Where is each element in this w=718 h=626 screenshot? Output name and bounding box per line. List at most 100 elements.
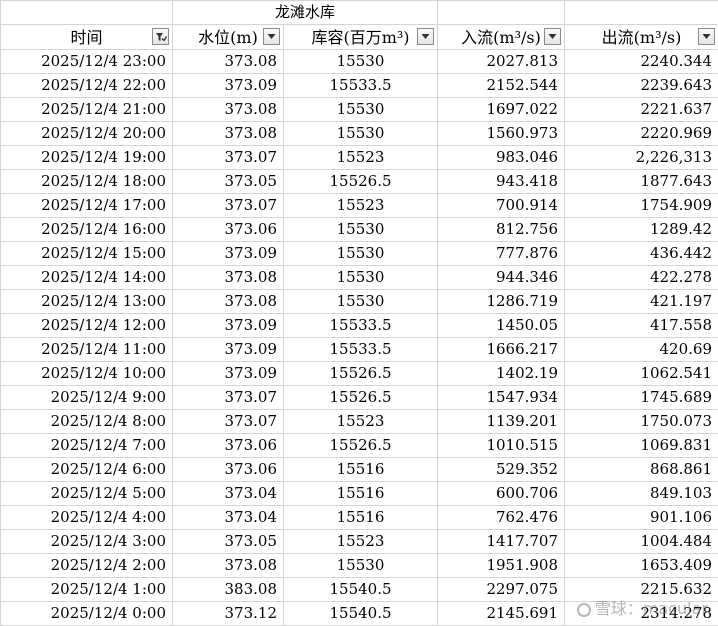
cell-storage[interactable]: 15523 [284, 530, 438, 554]
cell-time[interactable]: 2025/12/4 14:00 [1, 266, 173, 290]
cell-time[interactable]: 2025/12/4 9:00 [1, 386, 173, 410]
title-blank-cell[interactable] [438, 1, 565, 25]
cell-water-level[interactable]: 373.07 [173, 194, 284, 218]
cell-inflow[interactable]: 944.346 [438, 266, 565, 290]
cell-time[interactable]: 2025/12/4 22:00 [1, 74, 173, 98]
cell-outflow[interactable]: 420.69 [565, 338, 718, 362]
sheet-title[interactable]: 龙滩水库 [173, 1, 438, 25]
cell-water-level[interactable]: 373.06 [173, 218, 284, 242]
cell-outflow[interactable]: 417.558 [565, 314, 718, 338]
header-time[interactable]: 时间 [1, 25, 173, 50]
cell-storage[interactable]: 15540.5 [284, 602, 438, 626]
cell-water-level[interactable]: 373.08 [173, 554, 284, 578]
cell-water-level[interactable]: 373.09 [173, 242, 284, 266]
cell-storage[interactable]: 15540.5 [284, 578, 438, 602]
cell-storage[interactable]: 15530 [284, 266, 438, 290]
cell-time[interactable]: 2025/12/4 11:00 [1, 338, 173, 362]
cell-storage[interactable]: 15526.5 [284, 386, 438, 410]
cell-storage[interactable]: 15533.5 [284, 74, 438, 98]
cell-time[interactable]: 2025/12/4 20:00 [1, 122, 173, 146]
cell-outflow[interactable]: 436.442 [565, 242, 718, 266]
cell-inflow[interactable]: 812.756 [438, 218, 565, 242]
cell-storage[interactable]: 15516 [284, 482, 438, 506]
cell-inflow[interactable]: 1139.201 [438, 410, 565, 434]
cell-water-level[interactable]: 373.09 [173, 314, 284, 338]
cell-inflow[interactable]: 1010.515 [438, 434, 565, 458]
cell-outflow[interactable]: 1069.831 [565, 434, 718, 458]
cell-inflow[interactable]: 1286.719 [438, 290, 565, 314]
cell-outflow[interactable]: 422.278 [565, 266, 718, 290]
cell-storage[interactable]: 15516 [284, 506, 438, 530]
cell-storage[interactable]: 15530 [284, 50, 438, 74]
cell-inflow[interactable]: 1951.908 [438, 554, 565, 578]
cell-time[interactable]: 2025/12/4 10:00 [1, 362, 173, 386]
cell-storage[interactable]: 15523 [284, 410, 438, 434]
cell-time[interactable]: 2025/12/4 16:00 [1, 218, 173, 242]
cell-time[interactable]: 2025/12/4 12:00 [1, 314, 173, 338]
cell-storage[interactable]: 15523 [284, 146, 438, 170]
header-storage[interactable]: 库容(百万m³) [284, 25, 438, 50]
cell-inflow[interactable]: 1666.217 [438, 338, 565, 362]
cell-inflow[interactable]: 1417.707 [438, 530, 565, 554]
cell-storage[interactable]: 15526.5 [284, 362, 438, 386]
cell-inflow[interactable]: 2145.691 [438, 602, 565, 626]
title-blank-cell[interactable] [565, 1, 718, 25]
cell-inflow[interactable]: 2152.544 [438, 74, 565, 98]
cell-water-level[interactable]: 373.07 [173, 410, 284, 434]
cell-time[interactable]: 2025/12/4 8:00 [1, 410, 173, 434]
cell-water-level[interactable]: 373.04 [173, 506, 284, 530]
cell-inflow[interactable]: 1560.973 [438, 122, 565, 146]
cell-time[interactable]: 2025/12/4 23:00 [1, 50, 173, 74]
header-outflow[interactable]: 出流(m³/s) [565, 25, 718, 50]
cell-water-level[interactable]: 373.06 [173, 434, 284, 458]
cell-time[interactable]: 2025/12/4 15:00 [1, 242, 173, 266]
cell-outflow[interactable]: 2221.637 [565, 98, 718, 122]
header-water-level[interactable]: 水位(m) [173, 25, 284, 50]
cell-time[interactable]: 2025/12/4 6:00 [1, 458, 173, 482]
cell-outflow[interactable]: 2239.643 [565, 74, 718, 98]
cell-storage[interactable]: 15516 [284, 458, 438, 482]
cell-storage[interactable]: 15526.5 [284, 434, 438, 458]
cell-outflow[interactable]: 2220.969 [565, 122, 718, 146]
cell-water-level[interactable]: 373.12 [173, 602, 284, 626]
cell-outflow[interactable]: 1754.909 [565, 194, 718, 218]
cell-water-level[interactable]: 373.08 [173, 266, 284, 290]
cell-water-level[interactable]: 373.08 [173, 122, 284, 146]
cell-outflow[interactable]: 901.106 [565, 506, 718, 530]
cell-inflow[interactable]: 1402.19 [438, 362, 565, 386]
cell-outflow[interactable]: 849.103 [565, 482, 718, 506]
cell-storage[interactable]: 15526.5 [284, 170, 438, 194]
cell-inflow[interactable]: 943.418 [438, 170, 565, 194]
cell-inflow[interactable]: 983.046 [438, 146, 565, 170]
cell-storage[interactable]: 15530 [284, 554, 438, 578]
cell-storage[interactable]: 15530 [284, 290, 438, 314]
cell-water-level[interactable]: 373.07 [173, 146, 284, 170]
cell-time[interactable]: 2025/12/4 18:00 [1, 170, 173, 194]
cell-water-level[interactable]: 373.09 [173, 362, 284, 386]
cell-water-level[interactable]: 373.09 [173, 338, 284, 362]
cell-inflow[interactable]: 1697.022 [438, 98, 565, 122]
cell-storage[interactable]: 15533.5 [284, 314, 438, 338]
cell-outflow[interactable]: 421.197 [565, 290, 718, 314]
cell-inflow[interactable]: 700.914 [438, 194, 565, 218]
title-blank-cell[interactable] [1, 1, 173, 25]
cell-outflow[interactable]: 868.861 [565, 458, 718, 482]
dropdown-arrow-icon[interactable] [263, 28, 280, 45]
cell-inflow[interactable]: 600.706 [438, 482, 565, 506]
cell-water-level[interactable]: 373.06 [173, 458, 284, 482]
cell-inflow[interactable]: 2297.075 [438, 578, 565, 602]
cell-water-level[interactable]: 373.08 [173, 98, 284, 122]
cell-water-level[interactable]: 373.08 [173, 50, 284, 74]
cell-storage[interactable]: 15530 [284, 242, 438, 266]
cell-outflow[interactable]: 2,226,313 [565, 146, 718, 170]
cell-outflow[interactable]: 2240.344 [565, 50, 718, 74]
cell-water-level[interactable]: 373.07 [173, 386, 284, 410]
filter-active-icon[interactable] [152, 28, 169, 45]
cell-water-level[interactable]: 373.04 [173, 482, 284, 506]
cell-water-level[interactable]: 373.05 [173, 530, 284, 554]
cell-water-level[interactable]: 373.09 [173, 74, 284, 98]
cell-storage[interactable]: 15530 [284, 218, 438, 242]
cell-time[interactable]: 2025/12/4 3:00 [1, 530, 173, 554]
cell-inflow[interactable]: 2027.813 [438, 50, 565, 74]
dropdown-arrow-icon[interactable] [417, 28, 434, 45]
